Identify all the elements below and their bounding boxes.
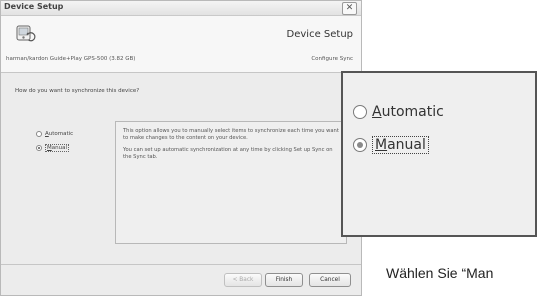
header-title: Device Setup bbox=[286, 29, 353, 40]
zoom-radio-manual-label: Manual bbox=[372, 136, 429, 154]
step-label: Configure Sync bbox=[311, 56, 353, 62]
sync-question: How do you want to synchronize this devi… bbox=[15, 88, 140, 94]
zoom-radio-automatic-circle bbox=[353, 105, 367, 119]
radio-manual-label: Manual bbox=[45, 144, 69, 152]
title-bar: Device Setup ✕ bbox=[1, 1, 361, 16]
radio-automatic-label: Automatic bbox=[45, 131, 74, 137]
footer-divider bbox=[1, 264, 361, 265]
radio-automatic[interactable]: Automatic bbox=[36, 131, 73, 137]
window-title: Device Setup bbox=[4, 2, 64, 11]
device-name-label: harman/kardon Guide+Play GPS-500 (3.82 G… bbox=[6, 56, 136, 62]
option-description-panel: This option allows you to manually selec… bbox=[115, 121, 347, 244]
radio-manual-circle[interactable] bbox=[36, 145, 42, 151]
zoom-radio-manual: Manual bbox=[353, 136, 429, 154]
back-button[interactable]: < Back bbox=[224, 273, 262, 287]
description-text-2: You can set up automatic synchronization… bbox=[123, 147, 333, 160]
zoom-callout: Automatic Manual bbox=[341, 71, 537, 237]
wizard-header: Device Setup harman/kardon Guide+Play GP… bbox=[1, 16, 361, 73]
radio-manual[interactable]: Manual bbox=[36, 144, 69, 152]
zoom-radio-manual-circle bbox=[353, 138, 367, 152]
device-sync-icon bbox=[16, 25, 36, 42]
finish-button[interactable]: Finish bbox=[265, 273, 303, 287]
close-button[interactable]: ✕ bbox=[342, 2, 357, 15]
radio-automatic-circle[interactable] bbox=[36, 131, 42, 137]
description-text-1: This option allows you to manually selec… bbox=[123, 128, 339, 141]
instruction-caption: Wählen Sie “Man bbox=[386, 265, 494, 281]
cancel-button[interactable]: Cancel bbox=[309, 273, 351, 287]
device-setup-dialog: Device Setup ✕ Device Setup harman/kardo… bbox=[0, 0, 362, 296]
zoom-radio-automatic-label: Automatic bbox=[372, 104, 444, 120]
zoom-radio-automatic: Automatic bbox=[353, 104, 444, 120]
